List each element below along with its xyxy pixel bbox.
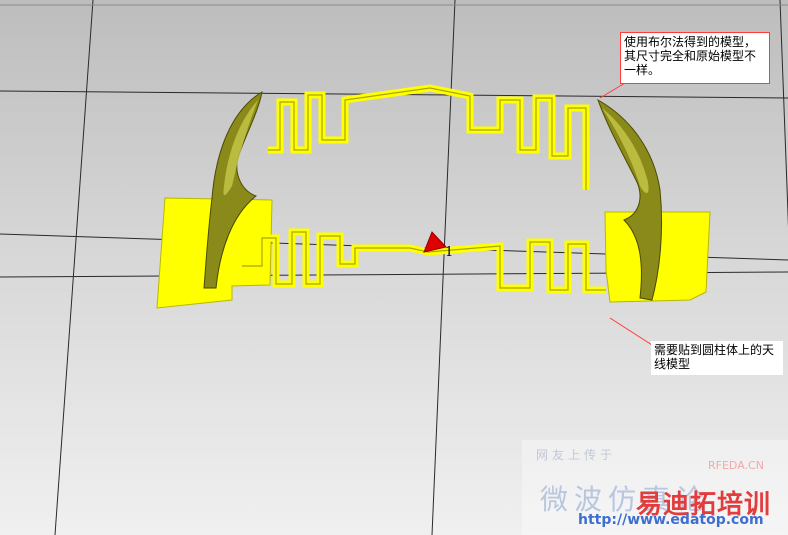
grid-line [54,0,94,535]
watermark-upload-text: 网友上传于 [536,448,617,462]
port-label: 1 [445,245,454,260]
bottom-meander-trace[interactable] [242,228,606,294]
callout-note-top: 使用布尔法得到的模型，其尺寸完全和原始模型不一样。 [620,32,770,84]
watermark-site-code: RFEDA.CN [708,459,764,472]
grid-line [431,0,456,535]
callout-line-bottom [609,317,653,346]
top-meander-trace[interactable] [268,84,590,190]
watermark-url: http://www.edatop.com [578,512,764,528]
callout-note-bottom: 需要贴到圆柱体上的天线模型 [651,341,783,375]
